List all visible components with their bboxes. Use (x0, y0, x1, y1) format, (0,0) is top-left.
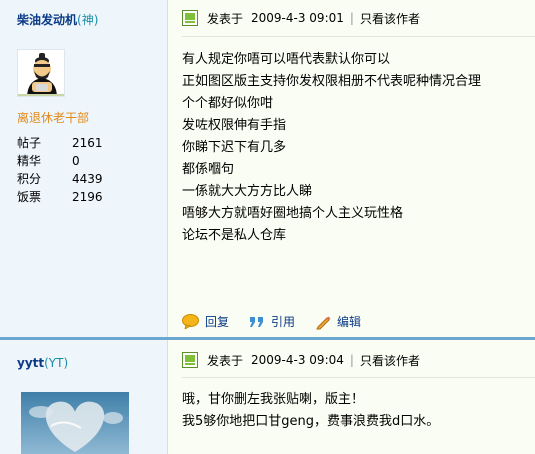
stat-value: 0 (72, 154, 80, 168)
stat-value: 2161 (72, 136, 103, 150)
stat-digest: 精华 0 (17, 152, 103, 170)
pencil-icon (316, 316, 331, 329)
body-line: 唔够大方就唔好圈地搞个人主义玩性格 (182, 206, 404, 221)
avatar[interactable] (17, 49, 65, 97)
view-author-only-link[interactable]: 只看该作者 (360, 10, 420, 27)
reply-icon (182, 314, 199, 329)
body-line: 你睇下迟下有几多 (182, 140, 287, 155)
posted-label: 发表于 (207, 11, 244, 26)
body-line: 哦，甘你删左我张贴喇，版主！ (182, 392, 365, 407)
post-timestamp: 2009-4-3 09:01 (251, 11, 344, 25)
stat-posts: 帖子 2161 (17, 134, 103, 152)
post-icon (182, 352, 198, 368)
post-body: 有人规定你唔可以唔代表默认你可以 正如图区版主支持你发权限相册不代表呢种情况合理… (182, 49, 481, 247)
stat-label: 积分 (17, 172, 42, 186)
separator: | (349, 11, 354, 25)
view-author-only-link[interactable]: 只看该作者 (360, 352, 420, 369)
author-tag: (神) (77, 13, 99, 27)
stat-tickets: 饭票 2196 (17, 188, 103, 206)
avatar-image (21, 392, 129, 454)
post-body: 哦，甘你删左我张贴喇，版主！ 我5够你地把口甘geng，费事浪费我d口水。 (182, 389, 439, 433)
post-header: 发表于 2009-4-3 09:04 | 只看该作者 (182, 352, 420, 368)
post-timestamp: 2009-4-3 09:04 (251, 353, 344, 367)
edit-button[interactable]: 编辑 (315, 313, 361, 330)
member-stats: 帖子 2161 精华 0 积分 4439 饭票 2196 (17, 134, 103, 206)
separator: | (349, 353, 354, 367)
body-line: 个个都好似你咁 (182, 96, 274, 111)
quote-icon (250, 316, 264, 327)
post-icon (182, 10, 198, 26)
body-line: 我5够你地把口甘geng，费事浪费我d口水。 (182, 414, 440, 429)
body-line: 一係就大大方方比人睇 (182, 184, 313, 199)
avatar[interactable] (21, 392, 129, 454)
author-name[interactable]: 柴油发动机(神) (17, 11, 98, 28)
body-line: 论坛不是私人仓库 (182, 228, 287, 243)
stat-label: 帖子 (17, 136, 42, 150)
header-divider (182, 377, 535, 378)
header-divider (182, 36, 535, 37)
author-name[interactable]: yytt(YT) (17, 356, 68, 370)
author-name-text[interactable]: yytt (17, 356, 44, 370)
body-line: 发咗权限伸有手指 (182, 118, 287, 133)
reply-label: 回复 (205, 315, 230, 329)
member-rank: 离退休老干部 (17, 111, 90, 125)
stat-points: 积分 4439 (17, 170, 103, 188)
stat-value: 4439 (72, 172, 103, 186)
post-header: 发表于 2009-4-3 09:01 | 只看该作者 (182, 10, 420, 26)
stat-value: 2196 (72, 190, 103, 204)
stat-label: 饭票 (17, 190, 42, 204)
post-divider-band (0, 337, 535, 340)
body-line: 都係嗰句 (182, 162, 235, 177)
author-name-text[interactable]: 柴油发动机 (17, 13, 77, 27)
stat-label: 精华 (17, 154, 42, 168)
quote-button[interactable]: 引用 (249, 313, 295, 330)
body-line: 正如图区版主支持你发权限相册不代表呢种情况合理 (182, 74, 482, 89)
quote-label: 引用 (271, 315, 296, 329)
edit-label: 编辑 (337, 315, 362, 329)
author-tag: (YT) (44, 356, 69, 370)
posted-label: 发表于 (207, 353, 244, 368)
post-actions: 回复 引用 编辑 (182, 313, 381, 330)
reply-button[interactable]: 回复 (182, 313, 229, 330)
body-line: 有人规定你唔可以唔代表默认你可以 (182, 52, 391, 67)
avatar-image (18, 50, 64, 96)
